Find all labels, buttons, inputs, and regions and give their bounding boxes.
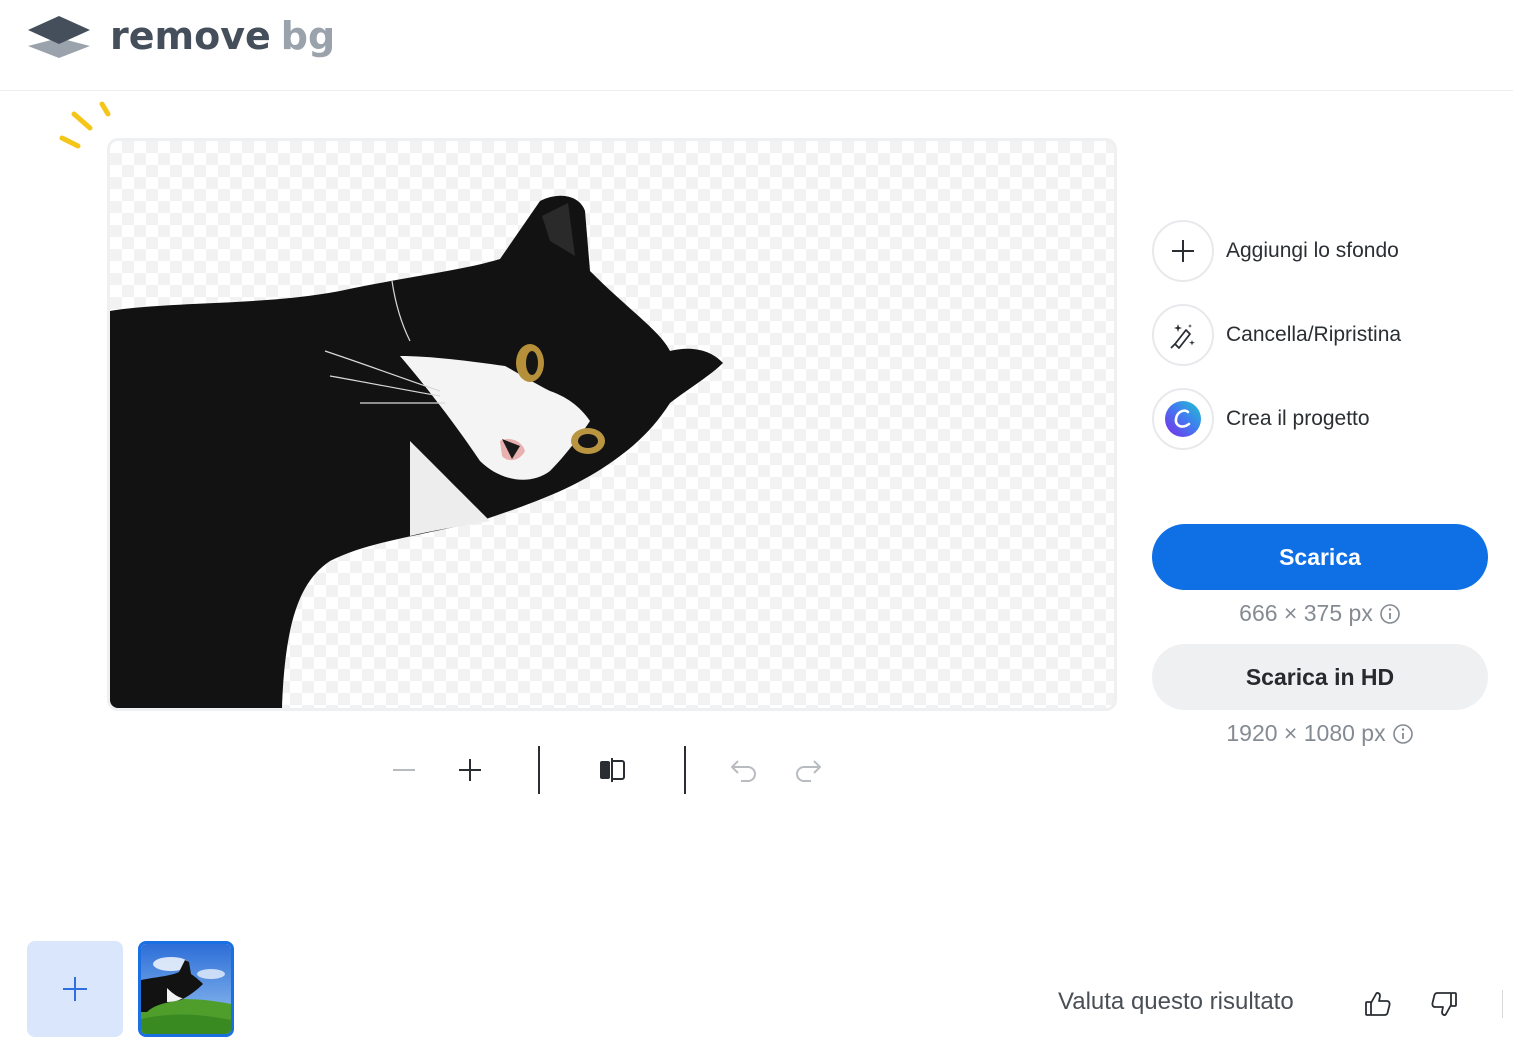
plus-icon bbox=[1172, 240, 1194, 262]
header: remove bg bbox=[0, 0, 1513, 91]
zoom-out-button[interactable] bbox=[382, 748, 426, 792]
download-dimensions: 666 × 375 px bbox=[1152, 600, 1488, 627]
canva-logo-icon bbox=[1165, 401, 1201, 437]
download-dimensions-text: 666 × 375 px bbox=[1239, 600, 1373, 626]
toolbar-divider bbox=[684, 746, 686, 794]
create-design-action[interactable]: Crea il progetto bbox=[1152, 386, 1492, 452]
erase-restore-action[interactable]: Cancella/Ripristina bbox=[1152, 302, 1492, 368]
zoom-in-button[interactable] bbox=[448, 748, 492, 792]
edge-divider bbox=[1502, 990, 1503, 1018]
plus-icon bbox=[63, 977, 87, 1001]
info-icon[interactable] bbox=[1379, 603, 1401, 625]
download-button[interactable]: Scarica bbox=[1152, 524, 1488, 590]
sparkle-icon bbox=[59, 101, 111, 149]
compare-button[interactable] bbox=[590, 748, 634, 792]
create-design-label: Crea il progetto bbox=[1226, 407, 1370, 430]
result-canvas[interactable] bbox=[110, 141, 1114, 708]
logo[interactable]: remove bg bbox=[26, 12, 335, 60]
logo-layers-icon bbox=[28, 16, 90, 58]
redo-button[interactable] bbox=[786, 748, 830, 792]
redo-icon bbox=[796, 760, 821, 782]
magic-brush-icon bbox=[1170, 324, 1195, 349]
logo-word-bg: bg bbox=[280, 14, 336, 58]
canvas-toolbar bbox=[380, 740, 840, 800]
image-thumbnail[interactable] bbox=[138, 941, 234, 1037]
thumbnail-image bbox=[141, 944, 231, 1034]
download-hd-dimensions-text: 1920 × 1080 px bbox=[1226, 720, 1386, 746]
download-hd-dimensions: 1920 × 1080 px bbox=[1152, 720, 1488, 747]
logo-word-remove: remove bbox=[110, 14, 271, 58]
info-icon[interactable] bbox=[1392, 723, 1414, 745]
rate-result-label: Valuta questo risultato bbox=[1058, 988, 1294, 1015]
add-background-action[interactable]: Aggiungi lo sfondo bbox=[1152, 218, 1492, 284]
minus-icon bbox=[393, 769, 415, 771]
add-background-label: Aggiungi lo sfondo bbox=[1226, 239, 1399, 262]
undo-button[interactable] bbox=[722, 748, 766, 792]
thumbs-up-icon bbox=[1365, 992, 1391, 1016]
plus-icon bbox=[459, 759, 481, 781]
thumbs-down-icon bbox=[1431, 992, 1457, 1016]
compare-icon bbox=[600, 758, 625, 782]
thumbs-down-button[interactable] bbox=[1424, 984, 1464, 1024]
toolbar-divider bbox=[538, 746, 540, 794]
erase-restore-label: Cancella/Ripristina bbox=[1226, 323, 1402, 346]
download-hd-button[interactable]: Scarica in HD bbox=[1152, 644, 1488, 710]
thumbs-up-button[interactable] bbox=[1358, 984, 1398, 1024]
cat-cutout-image bbox=[110, 195, 723, 708]
add-image-button[interactable] bbox=[27, 941, 123, 1037]
undo-icon bbox=[731, 760, 756, 782]
